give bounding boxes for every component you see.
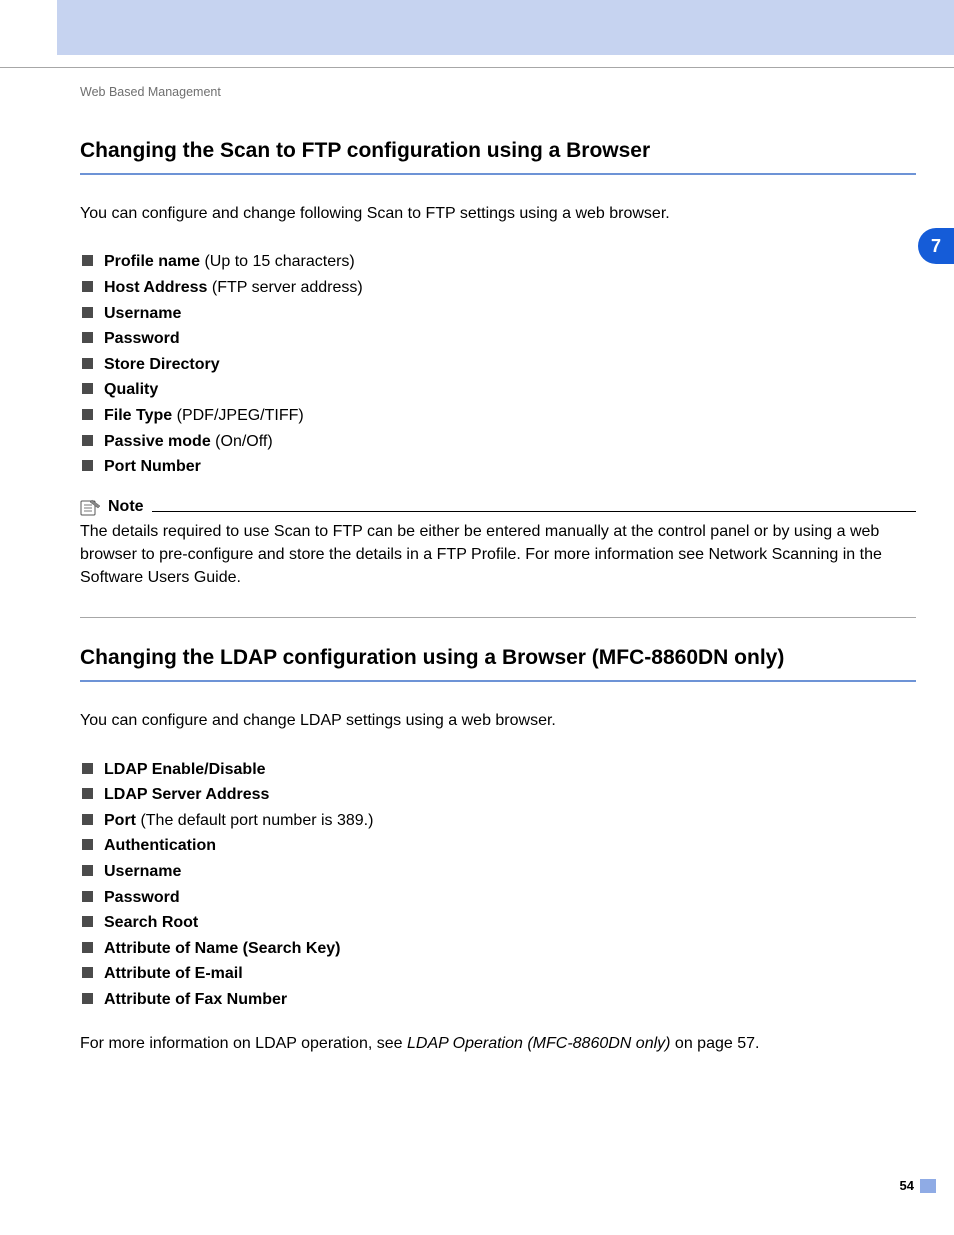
item-bold: LDAP Enable/Disable bbox=[104, 761, 266, 778]
top-banner bbox=[57, 0, 954, 55]
list-item: Password bbox=[80, 885, 916, 911]
list-item: LDAP Enable/Disable bbox=[80, 757, 916, 783]
item-bold: Passive mode bbox=[104, 433, 211, 450]
item-bold: Quality bbox=[104, 381, 158, 398]
list-item: Profile name (Up to 15 characters) bbox=[80, 249, 916, 275]
top-hairline bbox=[0, 67, 954, 68]
intro-ldap: You can configure and change LDAP settin… bbox=[80, 710, 916, 732]
list-item: Attribute of E-mail bbox=[80, 961, 916, 987]
list-item: LDAP Server Address bbox=[80, 782, 916, 808]
list-item: Username bbox=[80, 859, 916, 885]
item-bold: Attribute of Fax Number bbox=[104, 991, 287, 1008]
list-item: Store Directory bbox=[80, 352, 916, 378]
note-label: Note bbox=[108, 498, 144, 516]
item-bold: Username bbox=[104, 305, 181, 322]
list-scan-to-ftp: Profile name (Up to 15 characters) Host … bbox=[80, 249, 916, 479]
list-item: Search Root bbox=[80, 910, 916, 936]
closing-suffix: on page 57. bbox=[670, 1035, 759, 1052]
note-header: Note bbox=[80, 498, 916, 516]
closing-link[interactable]: LDAP Operation (MFC-8860DN only) bbox=[407, 1035, 671, 1052]
list-item: Username bbox=[80, 301, 916, 327]
chapter-number: 7 bbox=[931, 236, 941, 257]
section-divider bbox=[80, 617, 916, 618]
note-body: The details required to use Scan to FTP … bbox=[80, 520, 916, 590]
list-item: Attribute of Name (Search Key) bbox=[80, 936, 916, 962]
intro-scan-to-ftp: You can configure and change following S… bbox=[80, 203, 916, 225]
page-number: 54 bbox=[900, 1178, 914, 1193]
item-bold: Attribute of E-mail bbox=[104, 965, 243, 982]
list-item: Host Address (FTP server address) bbox=[80, 275, 916, 301]
list-ldap: LDAP Enable/Disable LDAP Server Address … bbox=[80, 757, 916, 1013]
closing-prefix: For more information on LDAP operation, … bbox=[80, 1035, 407, 1052]
note-rule bbox=[152, 511, 916, 512]
list-item: Passive mode (On/Off) bbox=[80, 429, 916, 455]
note-icon bbox=[80, 498, 102, 516]
item-rest: (PDF/JPEG/TIFF) bbox=[172, 407, 304, 424]
list-item: Port Number bbox=[80, 454, 916, 480]
item-bold: Password bbox=[104, 889, 180, 906]
list-item: Attribute of Fax Number bbox=[80, 987, 916, 1013]
item-bold: Profile name bbox=[104, 253, 200, 270]
item-bold: Username bbox=[104, 863, 181, 880]
breadcrumb: Web Based Management bbox=[80, 85, 916, 99]
heading-scan-to-ftp: Changing the Scan to FTP configuration u… bbox=[80, 139, 916, 175]
item-bold: Search Root bbox=[104, 914, 198, 931]
page-bar bbox=[920, 1179, 936, 1193]
item-bold: Store Directory bbox=[104, 356, 220, 373]
item-bold: File Type bbox=[104, 407, 172, 424]
item-rest: (FTP server address) bbox=[207, 279, 362, 296]
item-rest: (The default port number is 389.) bbox=[136, 812, 373, 829]
note-block: Note The details required to use Scan to… bbox=[80, 498, 916, 590]
chapter-tab: 7 bbox=[918, 228, 954, 264]
item-rest: (Up to 15 characters) bbox=[200, 253, 355, 270]
item-bold: Port Number bbox=[104, 458, 201, 475]
list-item: Authentication bbox=[80, 833, 916, 859]
item-rest: (On/Off) bbox=[211, 433, 273, 450]
list-item: File Type (PDF/JPEG/TIFF) bbox=[80, 403, 916, 429]
page-footer: 54 bbox=[900, 1178, 936, 1193]
item-bold: Authentication bbox=[104, 837, 216, 854]
list-item: Port (The default port number is 389.) bbox=[80, 808, 916, 834]
closing-ldap: For more information on LDAP operation, … bbox=[80, 1033, 916, 1055]
item-bold: Host Address bbox=[104, 279, 207, 296]
list-item: Quality bbox=[80, 377, 916, 403]
heading-ldap: Changing the LDAP configuration using a … bbox=[80, 646, 916, 682]
item-bold: Attribute of Name (Search Key) bbox=[104, 940, 341, 957]
item-bold: Port bbox=[104, 812, 136, 829]
list-item: Password bbox=[80, 326, 916, 352]
item-bold: LDAP Server Address bbox=[104, 786, 269, 803]
page-content: Web Based Management Changing the Scan t… bbox=[80, 85, 916, 1055]
item-bold: Password bbox=[104, 330, 180, 347]
